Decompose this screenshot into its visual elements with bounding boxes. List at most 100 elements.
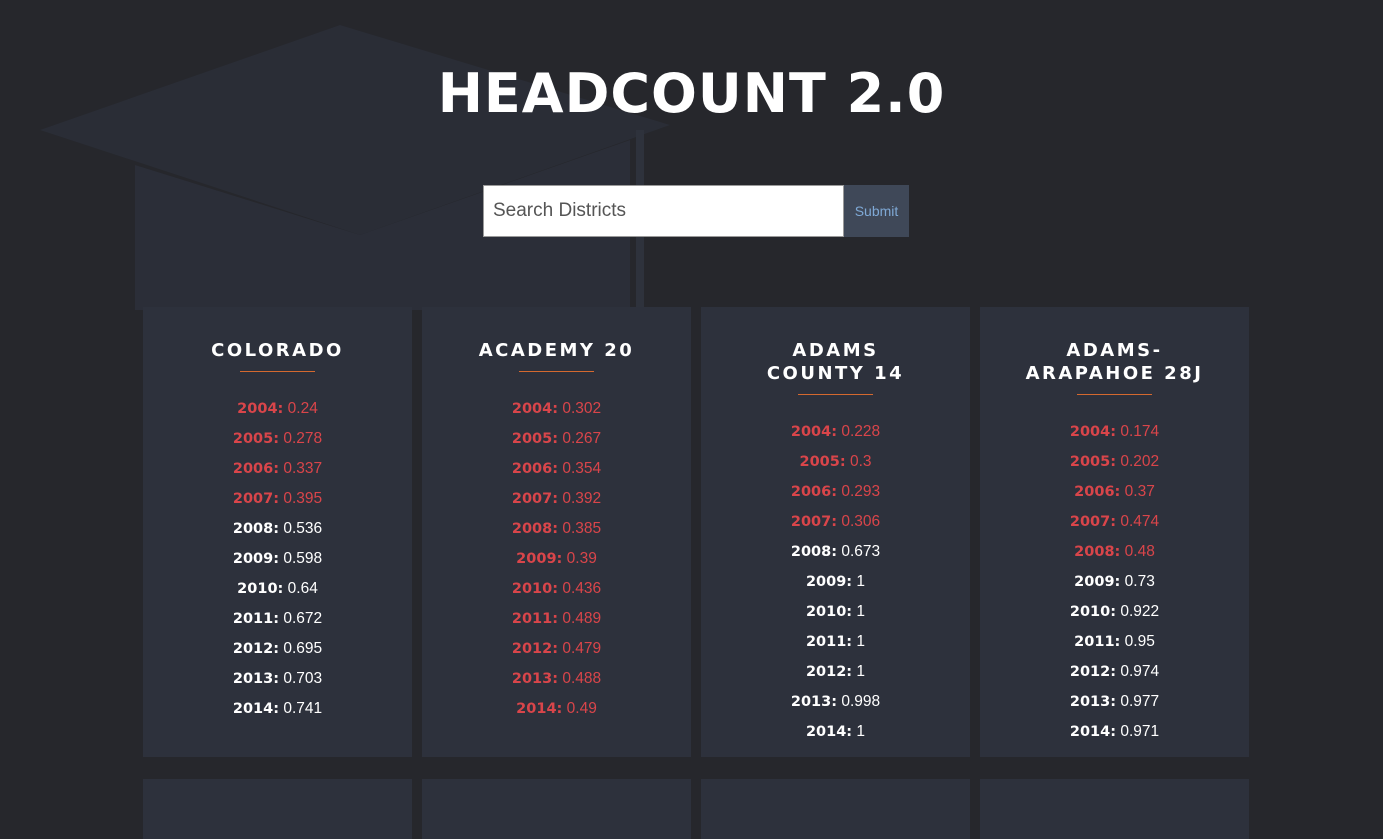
year-label: 2008: bbox=[232, 521, 280, 537]
year-label: 2011: bbox=[511, 611, 559, 627]
submit-button[interactable]: Submit bbox=[844, 185, 909, 237]
year-label: 2013: bbox=[511, 671, 559, 687]
participation-value: 0.174 bbox=[1120, 423, 1160, 440]
year-row: 2006: 0.37 bbox=[980, 477, 1249, 507]
participation-value: 0.672 bbox=[283, 610, 323, 627]
participation-value: 1 bbox=[856, 663, 866, 680]
year-row: 2005: 0.3 bbox=[701, 447, 970, 477]
participation-value: 0.673 bbox=[841, 543, 881, 560]
search-form: Submit bbox=[483, 185, 909, 237]
district-card: ACADEMY 20 2004: 0.302 2005: 0.267 2006: 0.… bbox=[422, 307, 691, 757]
year-label: 2012: bbox=[511, 641, 559, 657]
page-title: HEADCOUNT 2.0 bbox=[437, 62, 946, 125]
year-row: 2013: 0.977 bbox=[980, 687, 1249, 717]
participation-value: 0.392 bbox=[562, 490, 602, 507]
year-row: 2005: 0.267 bbox=[422, 424, 691, 454]
participation-value: 0.3 bbox=[849, 453, 872, 470]
participation-value: 1 bbox=[856, 633, 866, 650]
district-card: ADAMS-ARAPAHOE 28J 2004: 0.174 2005: 0.202… bbox=[980, 307, 1249, 757]
participation-value: 0.536 bbox=[283, 520, 323, 537]
participation-value: 0.337 bbox=[283, 460, 323, 477]
title-underline bbox=[1077, 394, 1152, 395]
participation-value: 0.922 bbox=[1120, 603, 1160, 620]
year-row: 2012: 1 bbox=[701, 657, 970, 687]
year-row: 2013: 0.998 bbox=[701, 687, 970, 717]
year-row: 2005: 0.278 bbox=[143, 424, 412, 454]
participation-value: 0.436 bbox=[562, 580, 602, 597]
year-row: 2007: 0.474 bbox=[980, 507, 1249, 537]
year-row: 2007: 0.392 bbox=[422, 484, 691, 514]
year-row: 2009: 0.73 bbox=[980, 567, 1249, 597]
participation-value: 0.49 bbox=[566, 700, 597, 717]
district-card bbox=[980, 779, 1249, 839]
participation-value: 0.488 bbox=[562, 670, 602, 687]
title-underline bbox=[519, 371, 594, 372]
year-row: 2011: 0.95 bbox=[980, 627, 1249, 657]
participation-value: 0.998 bbox=[841, 693, 881, 710]
year-row: 2008: 0.673 bbox=[701, 537, 970, 567]
year-row: 2007: 0.306 bbox=[701, 507, 970, 537]
participation-value: 0.971 bbox=[1120, 723, 1160, 740]
participation-value: 0.974 bbox=[1120, 663, 1160, 680]
participation-value: 0.977 bbox=[1120, 693, 1160, 710]
year-row: 2010: 0.922 bbox=[980, 597, 1249, 627]
year-label: 2004: bbox=[237, 401, 284, 417]
participation-value: 0.598 bbox=[283, 550, 323, 567]
year-row: 2013: 0.703 bbox=[143, 664, 412, 694]
year-label: 2014: bbox=[516, 701, 563, 717]
participation-value: 0.39 bbox=[566, 550, 597, 567]
year-row: 2008: 0.536 bbox=[143, 514, 412, 544]
participation-value: 1 bbox=[856, 723, 866, 740]
participation-value: 0.48 bbox=[1124, 543, 1155, 560]
year-row: 2004: 0.24 bbox=[143, 394, 412, 424]
search-input[interactable] bbox=[483, 185, 844, 237]
participation-value: 0.278 bbox=[283, 430, 323, 447]
participation-value: 0.64 bbox=[287, 580, 318, 597]
district-name: ADAMS COUNTY 14 bbox=[766, 340, 905, 384]
participation-value: 0.302 bbox=[562, 400, 602, 417]
participation-value: 0.37 bbox=[1124, 483, 1155, 500]
district-card bbox=[143, 779, 412, 839]
district-name: COLORADO bbox=[211, 340, 344, 361]
year-row: 2006: 0.354 bbox=[422, 454, 691, 484]
year-row: 2009: 0.39 bbox=[422, 544, 691, 574]
year-label: 2009: bbox=[516, 551, 563, 567]
year-row: 2011: 0.672 bbox=[143, 604, 412, 634]
year-label: 2005: bbox=[232, 431, 280, 447]
year-row: 2014: 1 bbox=[701, 717, 970, 747]
year-label: 2012: bbox=[1069, 664, 1117, 680]
year-row: 2004: 0.174 bbox=[980, 417, 1249, 447]
participation-value: 1 bbox=[856, 603, 866, 620]
year-label: 2006: bbox=[790, 484, 838, 500]
year-row: 2014: 0.741 bbox=[143, 694, 412, 724]
participation-value: 0.479 bbox=[562, 640, 602, 657]
district-name: ADAMS-ARAPAHOE 28J bbox=[1025, 340, 1204, 384]
year-label: 2014: bbox=[1069, 724, 1117, 740]
year-label: 2009: bbox=[1074, 574, 1121, 590]
year-row: 2005: 0.202 bbox=[980, 447, 1249, 477]
year-label: 2013: bbox=[1069, 694, 1117, 710]
year-label: 2012: bbox=[805, 664, 853, 680]
year-label: 2004: bbox=[790, 424, 838, 440]
year-row: 2011: 1 bbox=[701, 627, 970, 657]
year-label: 2007: bbox=[232, 491, 280, 507]
year-label: 2014: bbox=[805, 724, 853, 740]
year-label: 2007: bbox=[1069, 514, 1117, 530]
year-label: 2007: bbox=[511, 491, 559, 507]
year-label: 2005: bbox=[511, 431, 559, 447]
year-label: 2008: bbox=[790, 544, 838, 560]
year-label: 2010: bbox=[1069, 604, 1117, 620]
title-underline bbox=[240, 371, 315, 372]
year-row: 2007: 0.395 bbox=[143, 484, 412, 514]
year-label: 2004: bbox=[1069, 424, 1117, 440]
participation-value: 0.306 bbox=[841, 513, 881, 530]
year-row: 2004: 0.302 bbox=[422, 394, 691, 424]
year-label: 2010: bbox=[805, 604, 853, 620]
participation-value: 0.489 bbox=[562, 610, 602, 627]
year-row: 2012: 0.695 bbox=[143, 634, 412, 664]
participation-value: 0.293 bbox=[841, 483, 881, 500]
year-label: 2004: bbox=[511, 401, 559, 417]
participation-value: 0.267 bbox=[562, 430, 602, 447]
year-label: 2011: bbox=[232, 611, 280, 627]
district-card bbox=[422, 779, 691, 839]
